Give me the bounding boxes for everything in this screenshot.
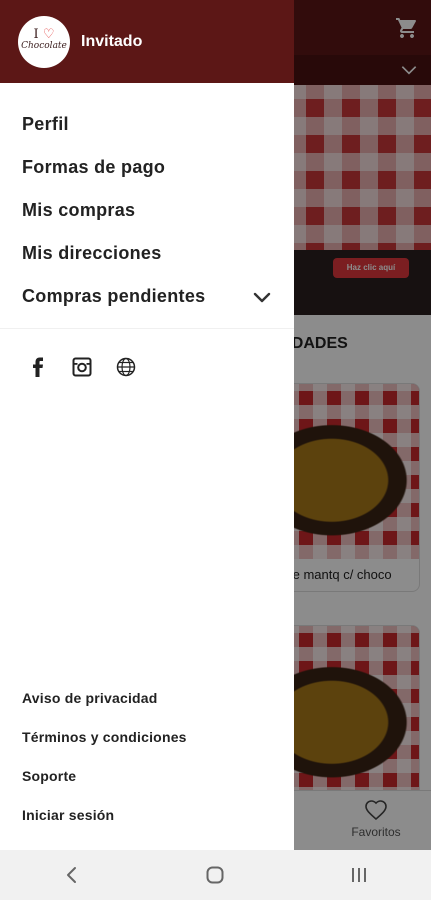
brand-logo: I ♡ Chocolate: [18, 15, 70, 68]
menu-item-perfil[interactable]: Perfil: [0, 103, 294, 146]
footer-links: Aviso de privacidad Términos y condicion…: [0, 678, 294, 834]
drawer-header: I ♡ Chocolate Invitado: [0, 0, 294, 83]
menu-item-label: Compras pendientes: [22, 286, 206, 306]
menu-item-label: Perfil: [22, 114, 69, 134]
menu-item-formas-de-pago[interactable]: Formas de pago: [0, 146, 294, 189]
link-soporte[interactable]: Soporte: [0, 756, 294, 795]
home-button[interactable]: [195, 855, 235, 895]
home-icon: [206, 866, 224, 884]
link-iniciar-sesion[interactable]: Iniciar sesión: [0, 795, 294, 834]
link-terminos-y-condiciones[interactable]: Términos y condiciones: [0, 717, 294, 756]
menu-item-mis-compras[interactable]: Mis compras: [0, 189, 294, 232]
recents-button[interactable]: [339, 855, 379, 895]
link-aviso-de-privacidad[interactable]: Aviso de privacidad: [0, 678, 294, 717]
menu-item-label: Mis direcciones: [22, 243, 162, 263]
menu-item-label: Mis compras: [22, 200, 136, 220]
menu-item-label: Formas de pago: [22, 157, 166, 177]
menu-item-mis-direcciones[interactable]: Mis direcciones: [0, 232, 294, 275]
user-name: Invitado: [81, 32, 143, 50]
menu-item-compras-pendientes[interactable]: Compras pendientes: [0, 275, 294, 318]
system-nav-bar: [0, 850, 431, 900]
chevron-down-icon[interactable]: [250, 285, 274, 309]
facebook-icon[interactable]: [28, 357, 48, 377]
back-button[interactable]: [52, 855, 92, 895]
drawer-menu: Perfil Formas de pago Mis compras Mis di…: [0, 83, 294, 318]
divider: [0, 328, 294, 329]
globe-icon[interactable]: [116, 357, 136, 377]
navigation-drawer: I ♡ Chocolate Invitado Perfil Formas de …: [0, 0, 294, 850]
recents-icon: [352, 868, 367, 882]
instagram-icon[interactable]: [72, 357, 92, 377]
back-icon: [66, 867, 76, 883]
social-links: [0, 357, 294, 377]
